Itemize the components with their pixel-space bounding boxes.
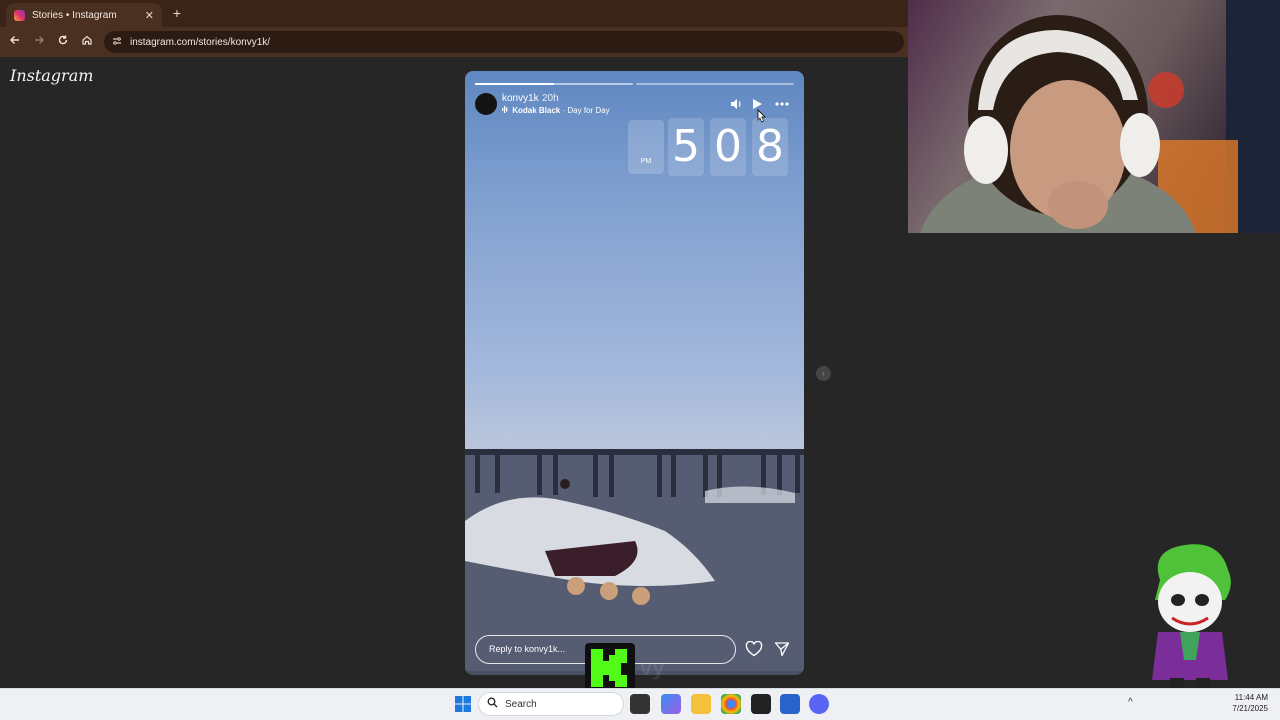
story-username[interactable]: konvy1k [502,93,539,104]
task-view-icon[interactable] [630,694,650,714]
back-arrow-icon[interactable] [6,33,24,51]
watermark-text: vy [640,655,665,680]
clock-sticker: PM 5 0 8 [628,118,788,176]
search-icon [487,697,498,711]
story-song[interactable]: Kodak Black · Day for Day [502,106,610,115]
tray-chevron-up-icon[interactable]: ^ [1128,697,1133,708]
chrome-icon[interactable] [721,694,741,714]
file-explorer-icon[interactable] [691,694,711,714]
url-text: instagram.com/stories/konvy1k/ [130,36,271,48]
clock-hour: 5 [668,118,704,176]
heart-icon[interactable] [745,641,763,657]
clock-date: 7/21/2025 [1232,704,1268,713]
copilot-icon[interactable] [661,694,681,714]
story-progress-current [475,83,633,85]
windows-start-icon[interactable] [454,695,472,713]
music-icon [502,106,512,115]
kick-logo [585,643,635,693]
song-artist: Kodak Black [512,106,561,115]
obs-icon[interactable] [751,694,771,714]
mute-icon[interactable] [729,97,743,111]
joker-mascot [1152,544,1231,688]
next-story-button[interactable]: › [816,366,831,381]
song-title: Day for Day [567,106,610,115]
reload-icon[interactable] [54,33,72,51]
avatar[interactable] [475,93,497,115]
webcam-overlay [908,0,1280,233]
story-viewer[interactable]: konvy1k 20h Kodak Black · Day for Day PM… [465,71,804,675]
tab-close-icon[interactable]: ✕ [145,9,154,22]
clock-minute-ones: 8 [752,118,788,176]
home-icon[interactable] [78,33,96,51]
story-time-ago: 20h [542,93,559,104]
story-progress-next [636,83,794,85]
browser-tab[interactable]: Stories • Instagram ✕ [6,3,162,27]
forward-arrow-icon[interactable] [30,33,48,51]
clock-time: 11:44 AM [1234,693,1268,702]
send-icon[interactable] [774,641,790,657]
instagram-logo[interactable]: Instagram [10,66,93,85]
app-icon[interactable] [780,694,800,714]
address-bar[interactable]: instagram.com/stories/konvy1k/ [104,31,904,53]
more-icon[interactable] [774,97,790,111]
clock-ampm: PM [628,120,664,174]
taskbar-search[interactable]: Search [478,692,624,716]
system-clock[interactable]: 11:44 AM 7/21/2025 [1228,692,1268,714]
clock-minute-tens: 0 [710,118,746,176]
site-info-icon[interactable] [112,36,122,49]
discord-icon[interactable] [809,694,829,714]
tab-title: Stories • Instagram [32,9,117,21]
new-tab-button[interactable]: + [170,4,184,22]
instagram-favicon [14,9,25,21]
search-placeholder: Search [505,698,537,710]
